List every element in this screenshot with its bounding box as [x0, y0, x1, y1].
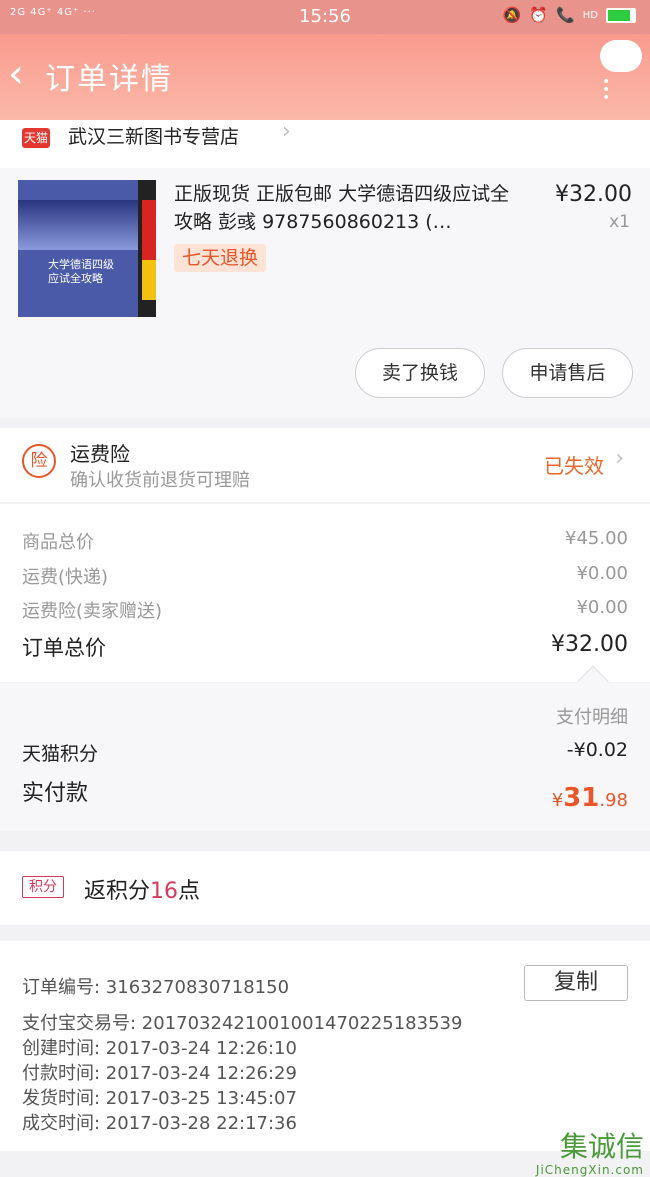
- product-price: ¥32.00: [555, 182, 632, 207]
- insurance-subtitle: 确认收货前退货可理赔: [70, 470, 250, 491]
- store-row[interactable]: 天猫 武汉三新图书专营店 ›: [0, 119, 650, 168]
- mute-icon: 🔕: [502, 6, 522, 24]
- more-dots-icon[interactable]: • • •: [602, 75, 610, 105]
- status-icons: 🔕 ⏰ 📞 HD: [503, 6, 636, 24]
- price-row: 运费险(卖家赠送) ¥0.00: [22, 597, 628, 627]
- order-total-value: ¥32.00: [551, 632, 628, 657]
- alipay-trade-number: 支付宝交易号: 2017032421001001470225183539: [22, 1013, 463, 1034]
- product-card: 大学德语四级 应试全攻略 正版现货 正版包邮 大学德语四级应试全攻略 彭彧 978…: [0, 168, 650, 418]
- tmall-badge: 天猫: [22, 128, 50, 148]
- paid-amount: ¥31.98: [552, 783, 628, 813]
- nav-bar: ‹ 订单详情 • • •: [0, 34, 650, 120]
- back-chevron-icon[interactable]: ‹: [8, 52, 38, 96]
- rebate-text: 返积分16点: [84, 873, 200, 905]
- price-label: 运费险(卖家赠送): [22, 601, 163, 622]
- price-summary: 商品总价 ¥45.00 运费(快递) ¥0.00 运费险(卖家赠送) ¥0.00…: [0, 504, 650, 697]
- paid-label: 实付款: [22, 781, 89, 806]
- insurance-title: 运费险: [70, 442, 130, 466]
- price-label: 运费(快递): [22, 567, 109, 588]
- cover-stripe-yellow: [142, 260, 156, 300]
- product-title[interactable]: 正版现货 正版包邮 大学德语四级应试全攻略 彭彧 9787560860213 (…: [174, 180, 519, 236]
- rebate-points-row: 积分 返积分16点: [0, 851, 650, 925]
- message-bubble-icon[interactable]: [600, 40, 642, 72]
- status-bar: 2G 4G⁺ 4G⁺ ··· 15:56 🔕 ⏰ 📞 HD: [0, 0, 650, 34]
- complete-time: 成交时间: 2017-03-28 22:17:36: [22, 1113, 297, 1134]
- currency-symbol: ¥: [551, 790, 564, 811]
- order-info: 订单编号: 3163270830718150 复制 支付宝交易号: 201703…: [0, 941, 650, 1151]
- insurance-icon: 险: [22, 444, 56, 478]
- price-value: ¥0.00: [576, 597, 628, 618]
- ship-time: 发货时间: 2017-03-25 13:45:07: [22, 1088, 297, 1109]
- book-cover-image[interactable]: 大学德语四级 应试全攻略: [18, 180, 156, 317]
- chevron-right-icon: ›: [282, 119, 291, 144]
- cover-city-image: [18, 200, 138, 250]
- call-icon: 📞: [556, 6, 575, 24]
- order-total-row: 订单总价 ¥32.00: [22, 632, 628, 662]
- rebate-points: 16: [150, 879, 179, 904]
- page-title: 订单详情: [45, 62, 173, 97]
- watermark-url: JiChengXin.com: [535, 1163, 644, 1177]
- price-value: ¥0.00: [576, 563, 628, 584]
- chevron-right-icon: ›: [615, 446, 624, 471]
- points-label: 天猫积分: [22, 743, 99, 765]
- hd-label: HD: [582, 9, 598, 21]
- paid-decimal: .98: [599, 790, 628, 811]
- rebate-suffix: 点: [178, 879, 201, 904]
- copy-button[interactable]: 复制: [524, 965, 628, 1001]
- price-row: 商品总价 ¥45.00: [22, 528, 628, 558]
- payment-detail-link[interactable]: 支付明细: [556, 703, 628, 729]
- store-name: 武汉三新图书专营店: [68, 126, 240, 148]
- product-quantity: x1: [609, 212, 630, 232]
- payment-detail: 支付明细 天猫积分 -¥0.02 实付款 ¥31.98: [0, 683, 650, 831]
- rebate-prefix: 返积分: [84, 879, 151, 904]
- cover-title: 大学德语四级 应试全攻略: [48, 258, 114, 285]
- create-time: 创建时间: 2017-03-24 12:26:10: [22, 1038, 297, 1059]
- price-value: ¥45.00: [565, 528, 628, 549]
- order-number: 订单编号: 3163270830718150: [22, 977, 290, 998]
- price-label: 商品总价: [22, 532, 94, 553]
- after-sale-button[interactable]: 申请售后: [502, 348, 633, 398]
- resell-button[interactable]: 卖了换钱: [355, 348, 485, 398]
- price-row: 运费(快递) ¥0.00: [22, 563, 628, 593]
- paid-integer: 31: [563, 783, 600, 813]
- shipping-insurance-row[interactable]: 险 运费险 确认收货前退货可理赔 已失效 ›: [0, 428, 650, 502]
- battery-icon: [606, 7, 636, 23]
- watermark-logo: 集诚信: [559, 1130, 644, 1163]
- insurance-status: 已失效: [544, 454, 604, 478]
- return-policy-tag: 七天退换: [174, 244, 267, 272]
- alarm-icon: ⏰: [529, 6, 549, 24]
- pay-time: 付款时间: 2017-03-24 12:26:29: [22, 1063, 297, 1084]
- order-total-label: 订单总价: [22, 636, 106, 660]
- points-tag: 积分: [22, 876, 64, 898]
- points-value: -¥0.02: [566, 739, 628, 761]
- cover-stripe-red: [142, 200, 156, 260]
